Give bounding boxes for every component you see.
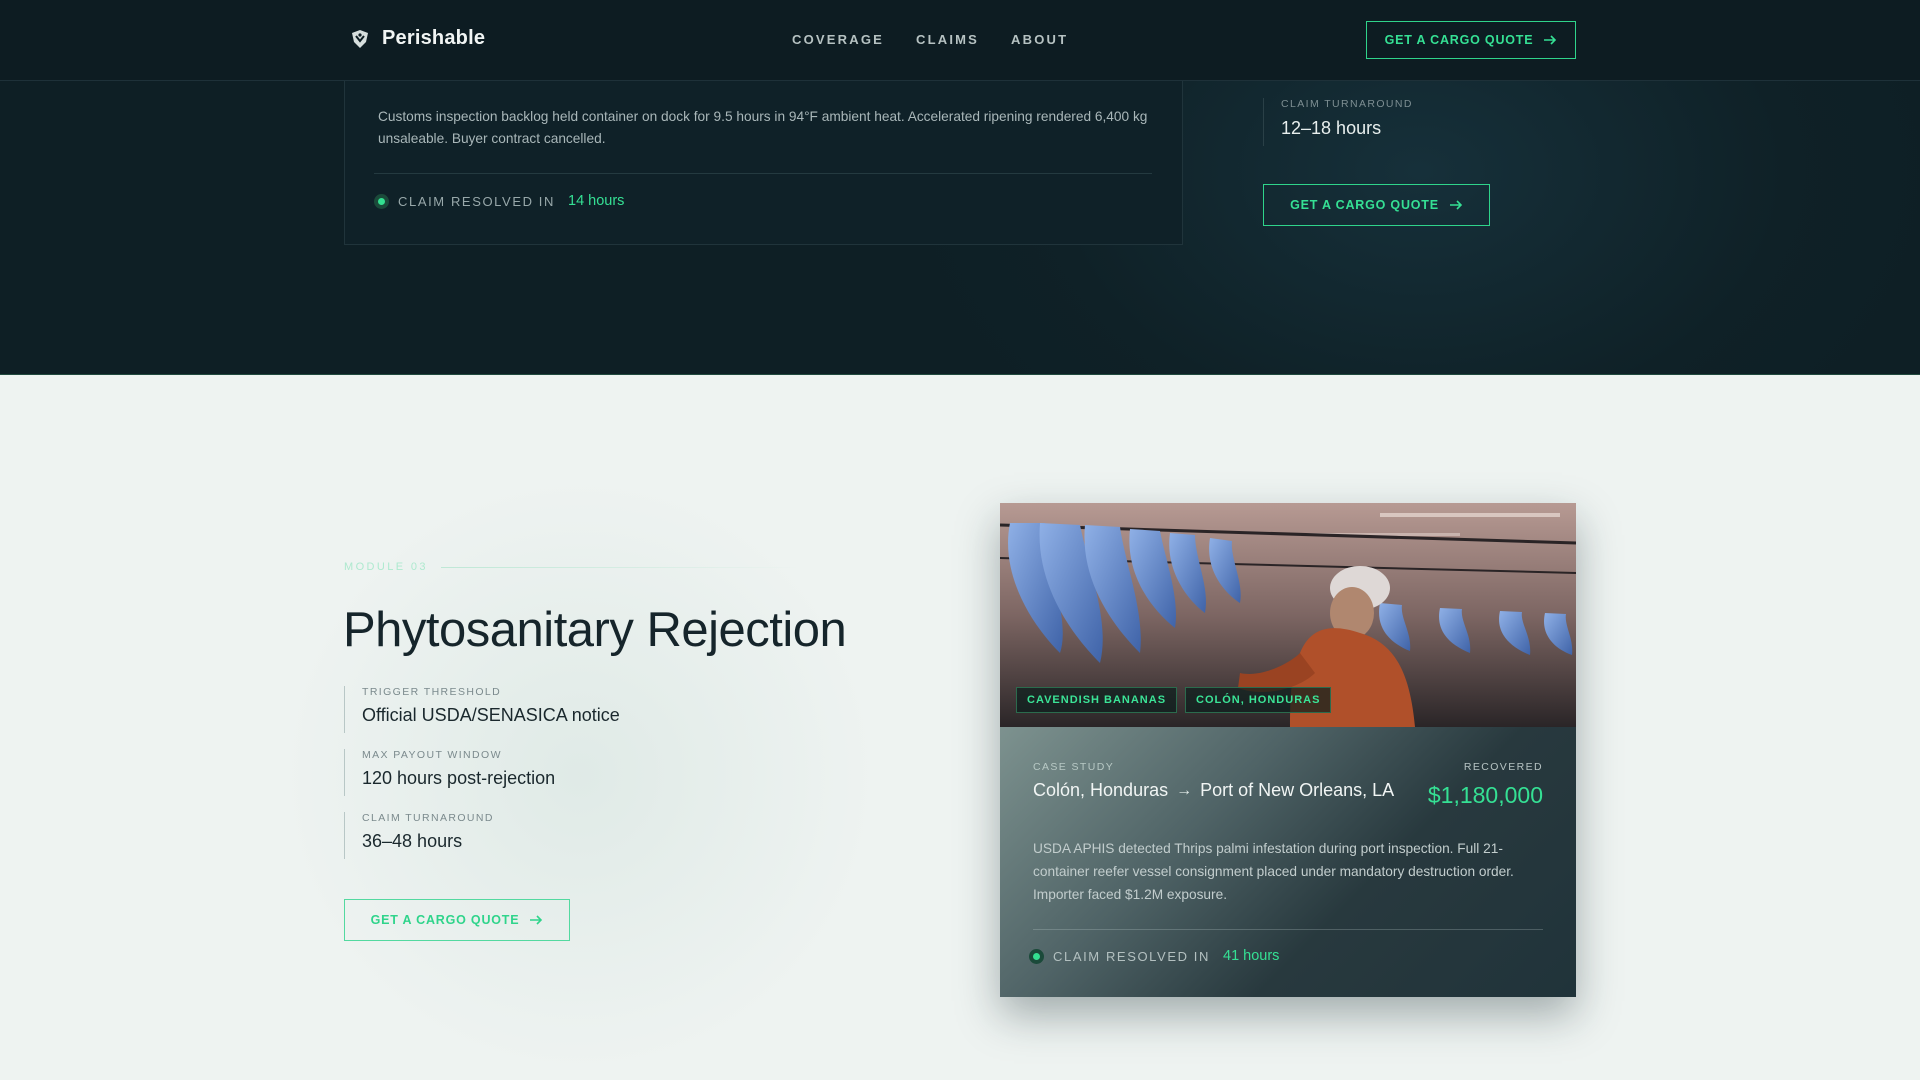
arrow-right-icon bbox=[530, 915, 543, 925]
spec-label: CLAIM TURNAROUND bbox=[362, 812, 494, 824]
status-dot-icon bbox=[374, 193, 389, 209]
previous-case-description: Customs inspection backlog held containe… bbox=[378, 109, 1148, 146]
spec-value: 12–18 hours bbox=[1281, 118, 1382, 138]
recovered-label: RECOVERED bbox=[1463, 761, 1543, 773]
previous-claim-status: CLAIM RESOLVED IN 14 hours bbox=[374, 193, 624, 209]
status-value: 14 hours bbox=[568, 193, 625, 209]
module-title: Phytosanitary Rejection bbox=[343, 603, 847, 657]
site-header: Perishable COVERAGE CLAIMS ABOUT GET A C… bbox=[0, 0, 1920, 81]
card-divider bbox=[1033, 929, 1543, 930]
spec-value: 120 hours post-rejection bbox=[362, 768, 556, 788]
route-arrow-icon: → bbox=[1176, 781, 1193, 799]
module-tag: MODULE 03 bbox=[344, 561, 428, 573]
module-03-section: MODULE 03 Phytosanitary Rejection TRIGGE… bbox=[0, 375, 1920, 1080]
spec-label: CLAIM TURNAROUND bbox=[1281, 98, 1413, 110]
route-label: CASE STUDY bbox=[1033, 761, 1115, 773]
previous-quote-button[interactable]: GET A CARGO QUOTE bbox=[1263, 184, 1490, 226]
module-specs: TRIGGER THRESHOLD Official USDA/SENASICA… bbox=[344, 686, 620, 875]
spec-claim-turnaround: CLAIM TURNAROUND 36–48 hours bbox=[344, 812, 620, 859]
brand[interactable]: Perishable bbox=[350, 27, 485, 50]
nav-coverage[interactable]: COVERAGE bbox=[792, 32, 884, 47]
module-rule bbox=[440, 566, 801, 568]
route-origin: Colón, Honduras bbox=[1033, 780, 1169, 800]
spec-label: MAX PAYOUT WINDOW bbox=[362, 749, 502, 761]
shield-logo-icon bbox=[352, 29, 368, 48]
header-quote-button[interactable]: GET A CARGO QUOTE bbox=[1366, 21, 1576, 59]
status-dot-icon bbox=[1029, 948, 1044, 964]
spec-max-payout-window: MAX PAYOUT WINDOW 120 hours post-rejecti… bbox=[344, 749, 620, 796]
previous-case-card: Customs inspection backlog held containe… bbox=[344, 79, 1183, 245]
case-claim-status: CLAIM RESOLVED IN 41 hours bbox=[1029, 948, 1279, 964]
case-description: USDA APHIS detected Thrips palmi infesta… bbox=[1033, 841, 1514, 902]
brand-name: Perishable bbox=[382, 27, 486, 49]
main-nav: COVERAGE CLAIMS ABOUT bbox=[792, 32, 1068, 47]
previous-spec-turnaround: CLAIM TURNAROUND 12–18 hours bbox=[1263, 98, 1413, 146]
module-quote-button[interactable]: GET A CARGO QUOTE bbox=[344, 899, 570, 941]
tag-commodity: CAVENDISH BANANAS bbox=[1016, 687, 1178, 713]
arrow-right-icon bbox=[1449, 200, 1463, 210]
spec-value: Official USDA/SENASICA notice bbox=[362, 705, 620, 725]
tag-origin: COLÓN, HONDURAS bbox=[1185, 687, 1332, 713]
quote-button-label: GET A CARGO QUOTE bbox=[370, 913, 520, 927]
case-study-card: CAVENDISH BANANAS COLÓN, HONDURAS CASE S… bbox=[1000, 503, 1576, 997]
nav-about[interactable]: ABOUT bbox=[1011, 32, 1068, 47]
status-value: 41 hours bbox=[1223, 948, 1280, 964]
spec-label: TRIGGER THRESHOLD bbox=[362, 686, 502, 698]
banana-warehouse-photo: CAVENDISH BANANAS COLÓN, HONDURAS bbox=[1000, 503, 1576, 727]
recovered-amount: $1,180,000 bbox=[1427, 782, 1543, 808]
status-label: CLAIM RESOLVED IN bbox=[398, 193, 555, 209]
spec-value: 36–48 hours bbox=[362, 831, 463, 851]
route-destination: Port of New Orleans, LA bbox=[1200, 780, 1395, 800]
header-quote-label: GET A CARGO QUOTE bbox=[1384, 33, 1534, 47]
case-card-body: CASE STUDY Colón, Honduras → Port of New… bbox=[1000, 727, 1576, 997]
card-divider bbox=[374, 173, 1152, 174]
arrow-right-icon bbox=[1544, 35, 1557, 45]
previous-module-section: Customs inspection backlog held containe… bbox=[0, 79, 1920, 375]
module-eyebrow: MODULE 03 bbox=[344, 561, 801, 573]
shipping-route: Colón, Honduras → Port of New Orleans, L… bbox=[1033, 780, 1394, 801]
nav-claims[interactable]: CLAIMS bbox=[916, 32, 979, 47]
quote-button-label: GET A CARGO QUOTE bbox=[1290, 198, 1439, 212]
spec-trigger-threshold: TRIGGER THRESHOLD Official USDA/SENASICA… bbox=[344, 686, 620, 733]
case-tags: CAVENDISH BANANAS COLÓN, HONDURAS bbox=[1016, 687, 1332, 713]
status-label: CLAIM RESOLVED IN bbox=[1053, 948, 1210, 964]
